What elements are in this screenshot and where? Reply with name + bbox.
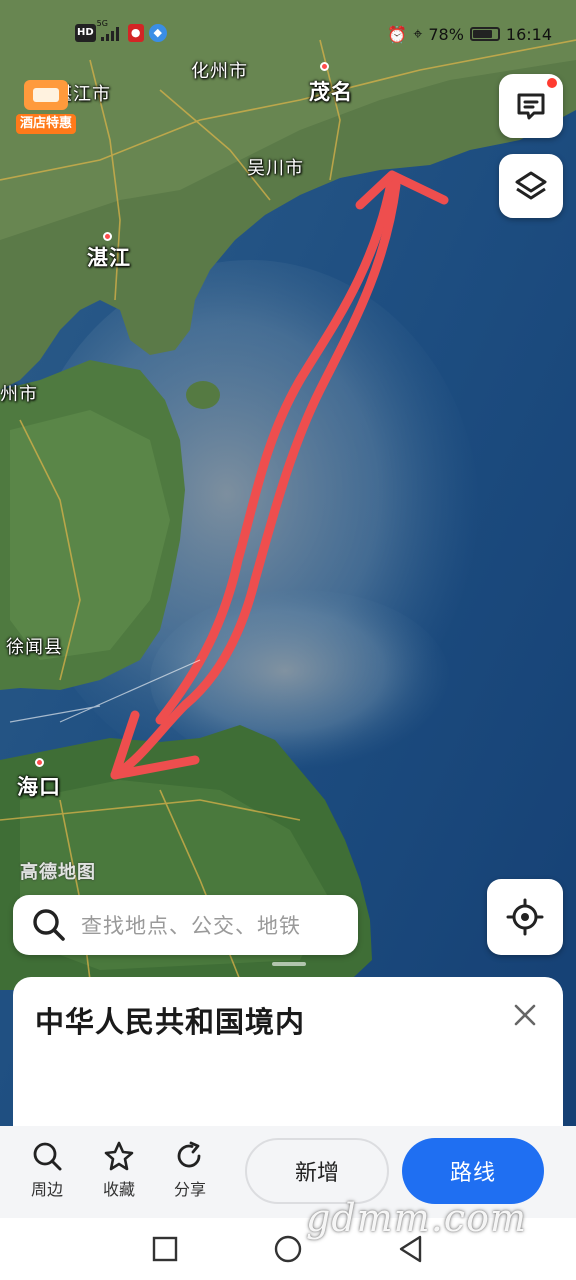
map-label-xuwen: 徐闻县: [6, 637, 63, 658]
app-notification-icon: ◆: [148, 24, 167, 42]
map-label-wuchuan: 吴川市: [247, 158, 304, 179]
mic-icon: ●: [127, 24, 144, 42]
share-icon: [177, 1141, 201, 1168]
nearby-button[interactable]: 周边: [19, 1140, 75, 1200]
place-title: 中华人民共和国境内: [35, 1005, 306, 1039]
notification-dot: [547, 78, 557, 88]
nearby-label: 周边: [30, 1180, 63, 1199]
place-card[interactable]: 中华人民共和国境内: [13, 977, 563, 1147]
star-icon: [104, 1141, 134, 1171]
clock: 16:14: [505, 24, 552, 44]
hotel-icon: [24, 80, 68, 110]
amap-watermark: 高德地图: [20, 862, 96, 883]
favorite-button[interactable]: 收藏: [91, 1140, 147, 1200]
status-bar: HD 5G ● ◆ ⏰ ⌖ 78% 16:14: [0, 19, 576, 50]
search-input[interactable]: 查找地点、公交、地铁: [81, 910, 301, 940]
network-type: 5G: [96, 19, 108, 28]
route-button[interactable]: 路线: [402, 1138, 544, 1204]
site-watermark: gdmm.com: [306, 1196, 527, 1240]
home-icon[interactable]: [273, 1234, 303, 1264]
map-pin-zhanjiang: [103, 232, 112, 241]
share-button[interactable]: 分享: [162, 1140, 218, 1200]
map-label-maoming: 茂名: [309, 80, 353, 104]
search-icon: [33, 1142, 62, 1171]
map-label-zhanjiang: 湛江: [87, 246, 131, 270]
hotel-deal-badge[interactable]: 酒店特惠: [16, 80, 76, 136]
recent-apps-icon[interactable]: [150, 1234, 180, 1264]
layers-icon: [515, 171, 547, 200]
map-scale-bar: [272, 962, 306, 966]
locate-button[interactable]: [487, 879, 563, 955]
layers-button[interactable]: [499, 154, 563, 218]
search-bar[interactable]: 查找地点、公交、地铁: [13, 895, 358, 955]
share-label: 分享: [173, 1180, 206, 1199]
close-button[interactable]: [509, 999, 541, 1031]
add-button[interactable]: 新增: [245, 1138, 389, 1204]
battery-percent: 78%: [428, 24, 464, 44]
map-label-haikou: 海口: [17, 775, 61, 799]
locate-icon: [506, 898, 544, 936]
hotel-deal-label: 酒店特惠: [16, 114, 76, 134]
feedback-button[interactable]: [499, 74, 563, 138]
map-pin-haikou: [35, 758, 44, 767]
close-icon: [514, 1004, 536, 1026]
map-label-leizhou: 州市: [0, 384, 38, 405]
location-icon: ⌖: [413, 24, 423, 43]
battery-icon: [469, 27, 500, 41]
map-label-huazhou: 化州市: [191, 61, 248, 82]
alarm-icon: ⏰: [387, 24, 408, 44]
search-icon: [33, 909, 65, 941]
map-pin-maoming: [320, 62, 329, 71]
signal-icon: 5G: [97, 19, 123, 41]
hd-icon: HD: [75, 24, 96, 42]
message-icon: [517, 93, 545, 120]
favorite-label: 收藏: [102, 1180, 135, 1199]
